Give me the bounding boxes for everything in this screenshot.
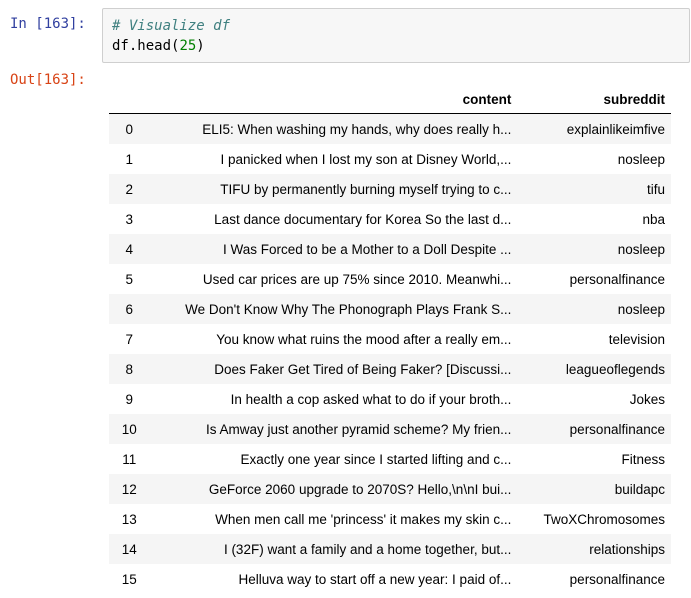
cell-subreddit: Fitness — [621, 451, 665, 467]
dataframe-output: content subreddit 0 ELI5: When washing my… — [109, 86, 671, 594]
row-index: 1 — [125, 151, 133, 167]
input-cell[interactable]: In [163]: # Visualize df df.head(25) — [0, 8, 691, 64]
row-index: 6 — [125, 301, 133, 317]
cell-subreddit: Jokes — [629, 391, 665, 407]
cell-content: Does Faker Get Tired of Being Faker? [Di… — [214, 361, 512, 377]
cell-content: You know what ruins the mood after a rea… — [216, 331, 512, 347]
table-row: 4 I Was Forced to be a Mother to a Doll D… — [109, 234, 671, 264]
table-row: 12 GeForce 2060 upgrade to 2070S? Hello,\… — [109, 474, 671, 504]
row-index: 15 — [121, 571, 137, 587]
row-index: 0 — [125, 121, 133, 137]
cell-subreddit: nosleep — [617, 151, 665, 167]
cell-content: GeForce 2060 upgrade to 2070S? Hello,\n\… — [208, 481, 512, 497]
row-index: 11 — [122, 451, 137, 467]
code-line: df.head(25) — [112, 36, 689, 56]
output-cell: Out[163]: content subreddit 0 ELI5: When … — [0, 70, 691, 598]
cell-subreddit: TwoXChromosomes — [543, 511, 665, 527]
row-index: 2 — [125, 181, 133, 197]
row-index: 12 — [121, 481, 137, 497]
row-index: 14 — [121, 541, 137, 557]
cell-subreddit: television — [608, 331, 665, 347]
cell-subreddit: personalfinance — [569, 571, 665, 587]
table-row: 14 I (32F) want a family and a home toget… — [109, 534, 671, 564]
cell-content: I (32F) want a family and a home togethe… — [223, 541, 512, 557]
cell-subreddit: leagueoflegends — [565, 361, 665, 377]
cell-subreddit: personalfinance — [569, 271, 665, 287]
cell-content: ELI5: When washing my hands, why does re… — [202, 121, 512, 137]
table-row: 1 I panicked when I lost my son at Disney… — [109, 144, 671, 174]
row-index: 5 — [125, 271, 133, 287]
code-argument: 25 — [179, 38, 197, 54]
cell-subreddit: relationships — [589, 541, 665, 557]
cell-content: We Don't Know Why The Phonograph Plays F… — [185, 301, 512, 317]
cell-subreddit: nba — [642, 211, 665, 227]
cell-subreddit: personalfinance — [569, 421, 665, 437]
column-header-subreddit: subreddit — [517, 86, 671, 114]
code-prefix: df.head( — [112, 38, 180, 54]
table-row: 9 In health a cop asked what to do if you… — [109, 384, 671, 414]
table-row: 0 ELI5: When washing my hands, why does r… — [109, 113, 671, 144]
row-index: 8 — [125, 361, 133, 377]
table-row: 15 Helluva way to start off a new year: I… — [109, 564, 671, 594]
column-header-content: content — [149, 86, 518, 114]
row-index: 13 — [121, 511, 137, 527]
row-index: 9 — [125, 391, 133, 407]
input-prompt: In [163]: — [10, 16, 86, 32]
table-row: 11 Exactly one year since I started lifti… — [109, 444, 671, 474]
cell-subreddit: explainlikeimfive — [566, 121, 665, 137]
table-header-row: content subreddit — [109, 86, 671, 114]
index-header — [109, 86, 150, 114]
table-row: 8 Does Faker Get Tired of Being Faker? [D… — [109, 354, 671, 384]
row-index: 4 — [125, 241, 133, 257]
row-index: 3 — [125, 211, 133, 227]
table-row: 6 We Don't Know Why The Phonograph Plays … — [109, 294, 671, 324]
table-row: 3 Last dance documentary for Korea So the… — [109, 204, 671, 234]
cell-content: I Was Forced to be a Mother to a Doll De… — [222, 241, 512, 257]
cell-content: Is Amway just another pyramid scheme? My… — [205, 421, 512, 437]
code-comment: # Visualize df — [112, 18, 231, 34]
table-row: 5 Used car prices are up 75% since 2010. … — [109, 264, 671, 294]
cell-content: Helluva way to start off a new year: I p… — [238, 571, 512, 587]
cell-content: When men call me 'princess' it makes my … — [215, 511, 512, 527]
cell-content: In health a cop asked what to do if your… — [230, 391, 512, 407]
cell-subreddit: tifu — [646, 181, 665, 197]
table-row: 7 You know what ruins the mood after a re… — [109, 324, 671, 354]
cell-content: I panicked when I lost my son at Disney … — [220, 151, 512, 167]
cell-subreddit: nosleep — [617, 301, 665, 317]
code-suffix: ) — [196, 38, 205, 54]
cell-subreddit: buildapc — [614, 481, 665, 497]
cell-content: TIFU by permanently burning myself tryin… — [220, 181, 512, 197]
row-index: 7 — [125, 331, 133, 347]
table-row: 13 When men call me 'princess' it makes m… — [109, 504, 671, 534]
table-row: 2 TIFU by permanently burning myself tryi… — [109, 174, 671, 204]
code-editor[interactable]: # Visualize df df.head(25) — [102, 8, 690, 63]
output-prompt: Out[163]: — [10, 72, 86, 88]
cell-content: Used car prices are up 75% since 2010. M… — [202, 271, 512, 287]
cell-content: Last dance documentary for Korea So the … — [214, 211, 512, 227]
table-row: 10 Is Amway just another pyramid scheme? … — [109, 414, 671, 444]
row-index: 10 — [121, 421, 137, 437]
cell-content: Exactly one year since I started lifting… — [240, 451, 512, 467]
table-body: 0 ELI5: When washing my hands, why does r… — [109, 113, 671, 595]
cell-subreddit: nosleep — [617, 241, 665, 257]
dataframe-table: content subreddit 0 ELI5: When washing my… — [109, 86, 671, 594]
